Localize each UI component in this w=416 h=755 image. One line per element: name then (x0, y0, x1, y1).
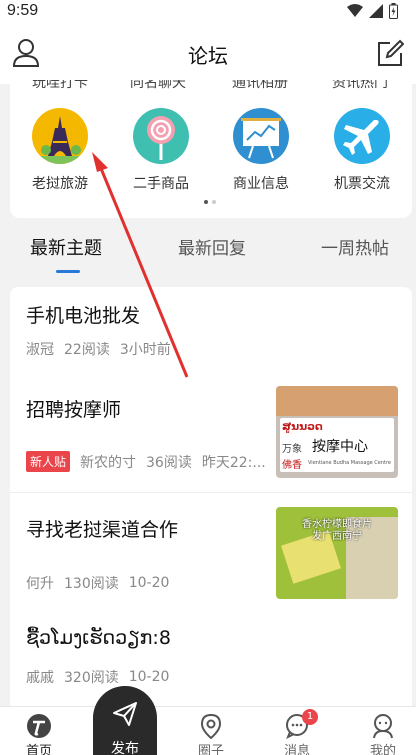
category-prev-row: 玩哇打卡 同名聊天 通讯相册 资讯热门 (10, 80, 412, 92)
page-dot (212, 200, 216, 204)
post-time: 昨天22:... (201, 454, 266, 471)
post-reads: 130阅读 (64, 576, 119, 592)
tab-label: 我的 (369, 744, 396, 755)
page-indicator (204, 200, 216, 204)
post-meta: 新人贴 新农的寸 36阅读 昨天22:... (26, 451, 266, 472)
tab-messages[interactable]: 消息 (262, 707, 332, 755)
edit-icon[interactable] (376, 38, 404, 68)
tab-latest-replies[interactable]: 最新回复 (178, 234, 246, 259)
category-secondhand[interactable]: 二手商品 (116, 108, 206, 193)
post-author: 淑冠 (26, 342, 54, 358)
post-thumbnail: 香水柠檬即食片 发广西南宁 (276, 507, 398, 599)
signal-icon (369, 4, 383, 18)
post-author: 戚戚 (26, 670, 54, 686)
post-meta: 戚戚 320阅读 10-20 (26, 667, 169, 687)
post-title: ຊື້ວໂມງເຮັດວຽກ:8 (26, 627, 171, 649)
post-list: 手机电池批发 淑冠 22阅读 3小时前 招聘按摩师 新人贴 新农的寸 36阅读 … (10, 287, 412, 707)
category-label: 二手商品 (133, 176, 189, 192)
category-label[interactable]: 同名聊天 (130, 80, 186, 92)
category-business[interactable]: 商业信息 (216, 108, 306, 193)
airplane-icon (334, 108, 390, 164)
page-title: 论坛 (188, 44, 228, 68)
home-logo-icon (27, 714, 51, 738)
list-item[interactable]: 招聘按摩师 新人贴 新农的寸 36阅读 昨天22:... ສູນນວດ 按摩中心… (10, 375, 412, 491)
list-item[interactable]: ຊື້ວໂມງເຮັດວຽກ:8 戚戚 320阅读 10-20 (10, 609, 412, 707)
list-item[interactable]: 寻找老挝渠道合作 何升 130阅读 10-20 香水柠檬即食片 发广西南宁 (10, 493, 412, 609)
category-label[interactable]: 玩哇打卡 (32, 80, 88, 92)
post-thumbnail: ສູນນວດ 按摩中心 万象 佛香 Vientiane Budha Massag… (276, 386, 398, 478)
tab-weekly-hot[interactable]: 一周热帖 (321, 234, 389, 259)
post-meta: 何升 130阅读 10-20 (26, 573, 169, 593)
tab-indicator (56, 270, 80, 273)
system-icons (347, 3, 398, 19)
post-reads: 320阅读 (64, 670, 119, 686)
location-pin-icon (200, 713, 222, 739)
tab-label: 首页 (25, 744, 52, 755)
tab-label: 圈子 (197, 744, 224, 755)
status-time: 9:59 (7, 2, 39, 19)
post-author: 新农的寸 (80, 454, 137, 471)
chart-board-icon (233, 108, 289, 164)
lollipop-icon (133, 108, 189, 164)
post-reads: 36阅读 (146, 454, 192, 471)
post-reads: 22阅读 (64, 342, 110, 358)
eiffel-tower-icon (32, 108, 88, 164)
topic-tabs: 最新主题 最新回复 一周热帖 (0, 218, 416, 282)
post-title: 招聘按摩师 (26, 399, 122, 421)
category-travel[interactable]: 老挝旅游 (15, 108, 105, 193)
category-label: 机票交流 (334, 176, 390, 192)
list-item[interactable]: 手机电池批发 淑冠 22阅读 3小时前 (10, 287, 412, 375)
category-label: 商业信息 (233, 176, 289, 192)
post-meta: 淑冠 22阅读 3小时前 (26, 339, 171, 359)
tab-label: 消息 (283, 744, 310, 755)
status-bar: 9:59 (0, 0, 416, 24)
bottom-tab-bar: 首页 圈子 消息 我的 (0, 706, 416, 755)
publish-button[interactable]: 发布 (93, 686, 157, 755)
post-title: 手机电池批发 (26, 305, 141, 327)
message-count-badge: 1 (302, 709, 318, 725)
tab-latest-topics[interactable]: 最新主题 (30, 234, 102, 260)
battery-icon (389, 3, 398, 19)
post-time: 10-20 (128, 575, 170, 591)
new-user-badge: 新人贴 (26, 451, 71, 472)
page-dot-active (204, 200, 208, 204)
post-time: 3小时前 (119, 342, 171, 358)
post-time: 10-20 (128, 669, 170, 685)
category-label: 老挝旅游 (32, 176, 88, 192)
tab-circle[interactable]: 圈子 (176, 707, 246, 755)
category-grid: 玩哇打卡 同名聊天 通讯相册 资讯热门 老挝旅游 二手商品 商业信息 机票交流 (10, 80, 412, 218)
post-title: 寻找老挝渠道合作 (26, 519, 179, 541)
wifi-icon (347, 4, 363, 17)
app-header: 论坛 (0, 24, 416, 84)
tab-mine[interactable]: 我的 (348, 707, 416, 755)
category-label[interactable]: 资讯热门 (332, 80, 388, 92)
category-label[interactable]: 通讯相册 (232, 80, 288, 92)
category-flights[interactable]: 机票交流 (317, 108, 407, 193)
tab-home[interactable]: 首页 (4, 707, 74, 755)
publish-label: 发布 (111, 741, 139, 755)
profile-icon (373, 714, 393, 739)
send-icon (113, 702, 137, 726)
post-author: 何升 (26, 576, 54, 592)
